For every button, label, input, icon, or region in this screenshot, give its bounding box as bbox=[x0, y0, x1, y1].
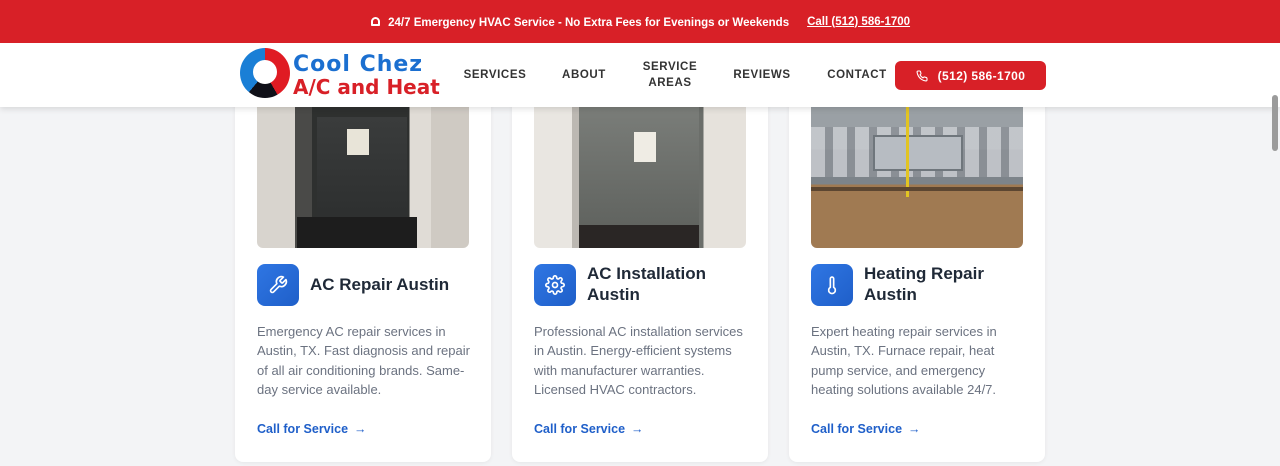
nav-services[interactable]: SERVICES bbox=[463, 43, 527, 107]
header-call-button[interactable]: (512) 586-1700 bbox=[895, 61, 1046, 90]
card-title: AC Repair Austin bbox=[310, 275, 450, 294]
logo[interactable]: Cool Chez A/C and Heat bbox=[240, 48, 440, 102]
call-for-service-label: Call for Service bbox=[257, 422, 349, 436]
banner-call-link[interactable]: Call (512) 586-1700 bbox=[807, 16, 910, 28]
site-header: Cool Chez A/C and Heat SERVICES ABOUT SE… bbox=[0, 43, 1280, 107]
emergency-message: 24/7 Emergency HVAC Service - No Extra F… bbox=[370, 15, 789, 29]
service-card-ac-repair: AC Repair Austin Emergency AC repair ser… bbox=[235, 80, 491, 462]
emergency-banner: 24/7 Emergency HVAC Service - No Extra F… bbox=[0, 0, 1280, 43]
page-scrollbar[interactable] bbox=[1272, 95, 1278, 151]
card-description: Emergency AC repair services in Austin, … bbox=[257, 324, 470, 397]
ac-repair-photo bbox=[257, 107, 469, 248]
card-description: Expert heating repair services in Austin… bbox=[811, 324, 997, 397]
call-for-service-link[interactable]: Call for Service → bbox=[811, 422, 921, 436]
heating-repair-photo bbox=[811, 107, 1023, 248]
header-call-label: (512) 586-1700 bbox=[937, 68, 1026, 83]
call-for-service-link[interactable]: Call for Service → bbox=[534, 422, 644, 436]
service-card-heating-repair: Heating Repair Austin Expert heating rep… bbox=[789, 80, 1045, 462]
emergency-text: 24/7 Emergency HVAC Service - No Extra F… bbox=[388, 16, 790, 29]
call-for-service-label: Call for Service bbox=[811, 422, 903, 436]
call-for-service-label: Call for Service bbox=[534, 422, 626, 436]
nav-contact[interactable]: CONTACT bbox=[825, 43, 889, 107]
card-title: AC Installation Austin bbox=[587, 264, 707, 304]
nav-service-areas-label: SERVICE AREAS bbox=[643, 59, 697, 91]
siren-icon bbox=[370, 15, 381, 28]
nav-reviews[interactable]: REVIEWS bbox=[732, 43, 792, 107]
logo-line1: Cool Chez bbox=[293, 52, 424, 77]
gear-icon bbox=[534, 264, 576, 306]
ac-installation-photo bbox=[534, 107, 746, 248]
card-title: Heating Repair Austin bbox=[864, 264, 984, 304]
wrench-icon bbox=[257, 264, 299, 306]
nav-about[interactable]: ABOUT bbox=[560, 43, 608, 107]
thermometer-icon bbox=[811, 264, 853, 306]
arrow-right-icon: → bbox=[354, 422, 367, 436]
arrow-right-icon: → bbox=[908, 422, 921, 436]
card-description: Professional AC installation services in… bbox=[534, 324, 743, 397]
logo-mark-icon bbox=[240, 48, 290, 98]
logo-line2: A/C and Heat bbox=[293, 75, 440, 99]
call-for-service-link[interactable]: Call for Service → bbox=[257, 422, 367, 436]
nav-service-areas[interactable]: SERVICE AREAS bbox=[640, 43, 700, 107]
service-card-ac-installation: AC Installation Austin Professional AC i… bbox=[512, 80, 768, 462]
arrow-right-icon: → bbox=[631, 422, 644, 436]
nav-service-areas-line2: AREAS bbox=[648, 77, 692, 89]
nav-service-areas-line1: SERVICE bbox=[642, 61, 698, 73]
phone-icon bbox=[916, 69, 928, 81]
